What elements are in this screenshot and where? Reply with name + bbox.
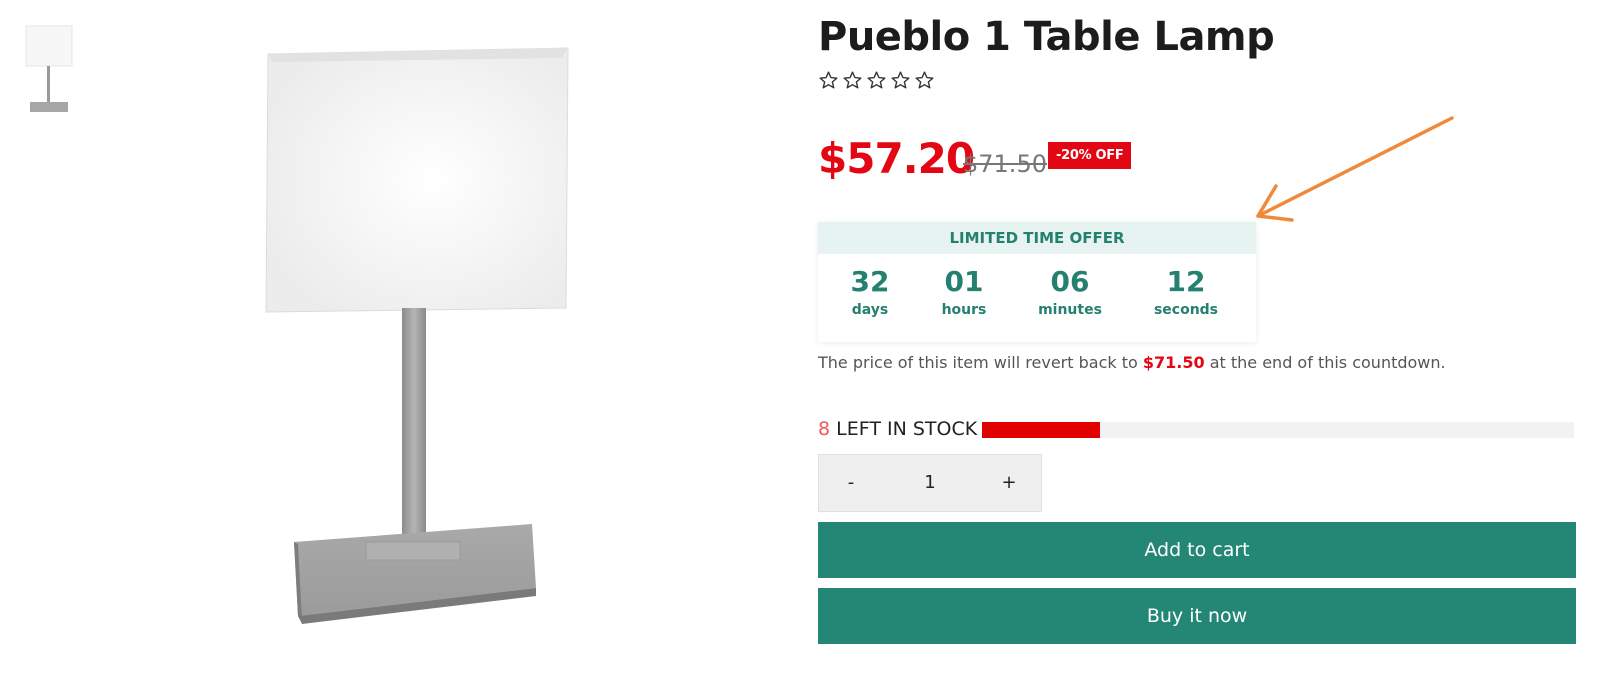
sale-price: $57.20	[818, 134, 975, 183]
stock-progress-bar	[982, 422, 1574, 438]
countdown-label: seconds	[1153, 302, 1219, 318]
star-outline-icon	[891, 71, 910, 89]
stock-label: LEFT IN STOCK	[830, 418, 978, 440]
buy-now-button[interactable]: Buy it now	[818, 588, 1576, 644]
stock-count: 8	[818, 418, 831, 440]
revert-text-after: at the end of this countdown.	[1204, 353, 1446, 372]
star-outline-icon	[819, 71, 838, 89]
star-outline-icon	[915, 71, 934, 89]
star-outline-icon	[843, 71, 862, 89]
discount-badge: -20% OFF	[1048, 142, 1132, 169]
annotation-arrow-icon	[1256, 116, 1454, 222]
countdown-label: minutes	[1038, 302, 1102, 318]
countdown-value: 01	[944, 265, 984, 298]
lamp-thumbnail-image	[25, 25, 73, 112]
star-outline-icon	[867, 71, 886, 89]
countdown-value: 12	[1166, 265, 1206, 298]
quantity-stepper: - +	[818, 454, 1042, 512]
revert-text-before: The price of this item will revert back …	[818, 353, 1143, 372]
product-thumbnail[interactable]	[24, 24, 74, 118]
countdown-label: hours	[941, 302, 987, 318]
countdown-timer: LIMITED TIME OFFER 32 days 01 hours 06 m…	[818, 222, 1256, 342]
stock-progress-fill	[982, 422, 1101, 438]
quantity-decrease-button[interactable]: -	[821, 455, 881, 511]
add-to-cart-button[interactable]: Add to cart	[818, 522, 1576, 578]
rating-stars[interactable]	[818, 70, 935, 91]
countdown-value: 32	[850, 265, 890, 298]
countdown-heading: LIMITED TIME OFFER	[818, 222, 1256, 254]
countdown-minutes: 06 minutes	[1020, 264, 1120, 320]
countdown-label: days	[851, 302, 889, 318]
countdown-hours: 01 hours	[914, 264, 1014, 320]
stock-status: 8 LEFT IN STOCK	[818, 418, 977, 440]
revert-price: $71.50	[1142, 353, 1205, 372]
countdown-seconds: 12 seconds	[1136, 264, 1236, 320]
price-revert-notice: The price of this item will revert back …	[818, 353, 1446, 372]
quantity-increase-button[interactable]: +	[979, 455, 1039, 511]
product-title: Pueblo 1 Table Lamp	[818, 14, 1275, 60]
quantity-input[interactable]	[881, 455, 979, 511]
countdown-value: 06	[1050, 265, 1090, 298]
original-price: $71.50	[963, 150, 1047, 178]
countdown-days: 32 days	[820, 264, 920, 320]
product-main-image	[262, 40, 578, 636]
